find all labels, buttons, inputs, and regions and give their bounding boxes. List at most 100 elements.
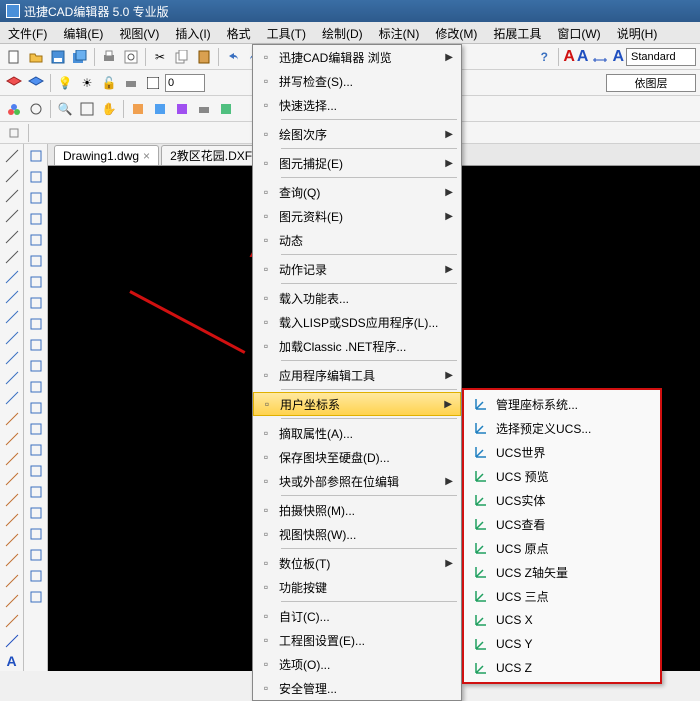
preview-icon[interactable] (121, 47, 141, 67)
menu-item[interactable]: ▫查询(Q)▶ (253, 180, 461, 204)
menu-item[interactable]: ▫快速选择... (253, 93, 461, 117)
ucs-item[interactable]: UCS实体 (464, 488, 660, 512)
draw-tool-17[interactable] (2, 490, 22, 509)
menu-item[interactable]: ▫保存图块至硬盘(D)... (253, 445, 461, 469)
menu-item[interactable]: ▫应用程序编辑工具▶ (253, 363, 461, 387)
layer-input[interactable] (165, 74, 205, 92)
menu-item[interactable]: ▫用户坐标系▶ (253, 392, 461, 416)
menu-item[interactable]: ▫数位板(T)▶ (253, 551, 461, 575)
menu-item[interactable]: ▫工程图设置(E)... (253, 628, 461, 652)
menu-item[interactable]: ▫拼写检查(S)... (253, 69, 461, 93)
menu-格式[interactable]: 格式 (219, 22, 259, 43)
sun-icon[interactable]: ☀ (77, 73, 97, 93)
snap-icon[interactable] (4, 123, 24, 143)
menu-item[interactable]: ▫载入功能表... (253, 286, 461, 310)
menu-item[interactable]: ▫摘取属性(A)... (253, 421, 461, 445)
modify-tool-9[interactable] (26, 335, 46, 355)
modify-tool-7[interactable] (26, 293, 46, 313)
text-blue2-icon[interactable]: A (612, 48, 624, 66)
draw-tool-23[interactable] (2, 611, 22, 630)
modify-tool-19[interactable] (26, 545, 46, 565)
menu-窗口(W)[interactable]: 窗口(W) (549, 22, 608, 43)
modify-tool-1[interactable] (26, 167, 46, 187)
menu-绘制(D)[interactable]: 绘制(D) (314, 22, 371, 43)
menu-item[interactable]: ▫自订(C)... (253, 604, 461, 628)
draw-tool-12[interactable] (2, 389, 22, 408)
ucs-item[interactable]: UCS 原点 (464, 536, 660, 560)
menu-插入(I)[interactable]: 插入(I) (167, 22, 218, 43)
modify-tool-13[interactable] (26, 419, 46, 439)
menu-item[interactable]: ▫功能按键 (253, 575, 461, 599)
menu-文件(F)[interactable]: 文件(F) (0, 22, 55, 43)
modify-tool-14[interactable] (26, 440, 46, 460)
open-icon[interactable] (26, 47, 46, 67)
print2-icon[interactable] (194, 99, 214, 119)
ucs-item[interactable]: UCS 三点 (464, 584, 660, 608)
modify-tool-8[interactable] (26, 314, 46, 334)
tool-a-icon[interactable] (128, 99, 148, 119)
ucs-item[interactable]: UCS Z (464, 656, 660, 680)
modify-tool-5[interactable] (26, 251, 46, 271)
tool-c-icon[interactable] (172, 99, 192, 119)
draw-tool-15[interactable] (2, 450, 22, 469)
modify-tool-11[interactable] (26, 377, 46, 397)
menu-item[interactable]: ▫图元捕捉(E)▶ (253, 151, 461, 175)
bylayer-select[interactable]: 依图层 (606, 74, 696, 92)
draw-tool-11[interactable] (2, 369, 22, 388)
draw-tool-0[interactable] (2, 146, 22, 165)
undo-icon[interactable] (223, 47, 243, 67)
ucs-item[interactable]: UCS查看 (464, 512, 660, 536)
menu-item[interactable]: ▫图元资料(E)▶ (253, 204, 461, 228)
menu-标注(N)[interactable]: 标注(N) (371, 22, 428, 43)
menu-item[interactable]: ▫块或外部参照在位编辑▶ (253, 469, 461, 493)
pan-icon[interactable]: ✋ (99, 99, 119, 119)
modify-tool-20[interactable] (26, 566, 46, 586)
modify-tool-17[interactable] (26, 503, 46, 523)
draw-tool-22[interactable] (2, 591, 22, 610)
ucs-item[interactable]: UCS世界 (464, 440, 660, 464)
print-icon[interactable] (99, 47, 119, 67)
print-layer-icon[interactable] (121, 73, 141, 93)
draw-tool-7[interactable] (2, 288, 22, 307)
menu-视图(V)[interactable]: 视图(V) (111, 22, 167, 43)
menu-item[interactable]: ▫加载Classic .NET程序... (253, 334, 461, 358)
ucs-item[interactable]: 管理座标系统... (464, 392, 660, 416)
menu-item[interactable]: ▫动态 (253, 228, 461, 252)
text-blue-icon[interactable]: A (577, 48, 589, 66)
draw-tool-10[interactable] (2, 348, 22, 367)
draw-tool-19[interactable] (2, 530, 22, 549)
draw-tool-18[interactable] (2, 510, 22, 529)
menu-说明(H)[interactable]: 说明(H) (609, 22, 666, 43)
copy-icon[interactable] (172, 47, 192, 67)
text-tool[interactable]: A (2, 652, 22, 671)
save-icon[interactable] (48, 47, 68, 67)
save-all-icon[interactable] (70, 47, 90, 67)
tool-b-icon[interactable] (150, 99, 170, 119)
cut-icon[interactable]: ✂ (150, 47, 170, 67)
menu-工具(T)[interactable]: 工具(T) (259, 22, 314, 43)
menu-item[interactable]: ▫绘图次序▶ (253, 122, 461, 146)
draw-tool-5[interactable] (2, 247, 22, 266)
style-select[interactable]: Standard (626, 48, 696, 66)
lock-icon[interactable]: 🔓 (99, 73, 119, 93)
menu-编辑(E)[interactable]: 编辑(E) (55, 22, 111, 43)
modify-tool-4[interactable] (26, 230, 46, 250)
ucs-item[interactable]: UCS Y (464, 632, 660, 656)
modify-tool-3[interactable] (26, 209, 46, 229)
menu-item[interactable]: ▫视图快照(W)... (253, 522, 461, 546)
menu-item[interactable]: ▫拍摄快照(M)... (253, 498, 461, 522)
bulb-icon[interactable]: 💡 (55, 73, 75, 93)
draw-tool-16[interactable] (2, 470, 22, 489)
draw-tool-2[interactable] (2, 186, 22, 205)
layers-icon[interactable] (4, 73, 24, 93)
draw-tool-20[interactable] (2, 551, 22, 570)
menu-拓展工具[interactable]: 拓展工具 (485, 22, 549, 43)
draw-tool-6[interactable] (2, 267, 22, 286)
ucs-item[interactable]: UCS X (464, 608, 660, 632)
modify-tool-0[interactable] (26, 146, 46, 166)
text-red-icon[interactable]: A (563, 48, 575, 66)
ucs-item[interactable]: UCS 预览 (464, 464, 660, 488)
draw-tool-21[interactable] (2, 571, 22, 590)
zoom-in-icon[interactable]: 🔍 (55, 99, 75, 119)
menu-item[interactable]: ▫安全管理... (253, 676, 461, 700)
